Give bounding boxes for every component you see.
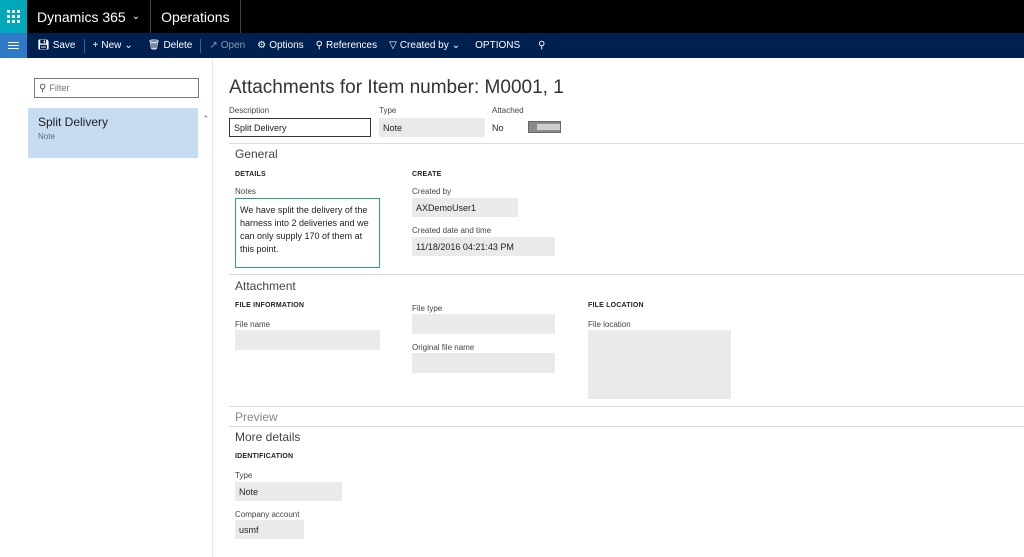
filter-input[interactable] bbox=[49, 83, 190, 93]
navigation-menu-button[interactable] bbox=[0, 33, 27, 58]
divider bbox=[229, 426, 1024, 427]
save-button[interactable]: 💾︎ Save bbox=[31, 33, 82, 58]
top-navigation-bar: Dynamics 365 ⌄ Operations bbox=[0, 0, 1024, 33]
created-date-label: Created date and time bbox=[412, 226, 492, 235]
type-label: Type bbox=[379, 106, 397, 115]
identification-type-field: Note bbox=[235, 482, 342, 501]
chevron-down-icon: ⌄ bbox=[124, 40, 133, 51]
file-information-group-header: FILE INFORMATION bbox=[235, 302, 305, 309]
options-button[interactable]: ⚙ Options bbox=[251, 33, 309, 58]
file-type-label: File type bbox=[412, 304, 443, 313]
save-icon: 💾︎ bbox=[37, 40, 50, 51]
file-name-field bbox=[235, 330, 380, 350]
divider bbox=[229, 274, 1024, 275]
divider bbox=[83, 38, 85, 53]
open-arrow-icon: ↗ bbox=[209, 40, 218, 51]
company-account-field: usmf bbox=[235, 520, 304, 539]
more-details-section-header[interactable]: More details bbox=[235, 430, 300, 444]
open-button[interactable]: ↗ Open bbox=[203, 33, 251, 58]
gear-icon: ⚙ bbox=[257, 40, 267, 51]
created-by-field: AXDemoUser1 bbox=[412, 198, 518, 217]
notes-field[interactable]: We have split the delivery of the harnes… bbox=[235, 198, 380, 268]
created-by-filter-button[interactable]: ▽ Created by ⌄ bbox=[383, 33, 469, 58]
search-button[interactable]: ⚲ bbox=[532, 33, 554, 58]
delete-button[interactable]: 🗑︎ Delete bbox=[142, 33, 199, 58]
divider bbox=[229, 406, 1024, 407]
original-file-name-field bbox=[412, 353, 555, 373]
file-location-group-header: FILE LOCATION bbox=[588, 302, 644, 309]
create-group-header: CREATE bbox=[412, 171, 442, 178]
module-name[interactable]: Operations bbox=[151, 0, 241, 33]
list-item-title: Split Delivery bbox=[38, 115, 109, 129]
waffle-icon bbox=[7, 10, 20, 23]
original-file-name-label: Original file name bbox=[412, 343, 475, 352]
action-pane: 💾︎ Save + New ⌄ 🗑︎ Delete ↗ Open ⚙ Optio… bbox=[0, 33, 1024, 58]
general-section-header[interactable]: General bbox=[235, 147, 278, 161]
search-icon: ⚲ bbox=[315, 40, 323, 51]
app-switcher[interactable]: Dynamics 365 ⌄ bbox=[27, 0, 152, 33]
filter-box[interactable]: ⚲ bbox=[34, 78, 199, 98]
attachment-section-header[interactable]: Attachment bbox=[235, 279, 296, 293]
list-pane: ⚲ Split Delivery Note ⌃ bbox=[28, 58, 213, 557]
attached-label: Attached bbox=[492, 106, 524, 115]
file-location-label: File location bbox=[588, 320, 631, 329]
identification-group-header: IDENTIFICATION bbox=[235, 453, 294, 460]
app-name: Dynamics 365 bbox=[37, 8, 126, 25]
chevron-down-icon: ⌄ bbox=[451, 40, 461, 51]
file-location-field bbox=[588, 330, 731, 399]
details-group-header: DETAILS bbox=[235, 171, 266, 178]
attached-value: No bbox=[492, 122, 504, 133]
references-button[interactable]: ⚲ References bbox=[310, 33, 383, 58]
list-item-subtitle: Note bbox=[38, 132, 55, 141]
options-tab[interactable]: OPTIONS bbox=[469, 33, 526, 58]
chevron-up-icon[interactable]: ⌃ bbox=[202, 114, 210, 125]
app-launcher-button[interactable] bbox=[0, 0, 27, 33]
chevron-down-icon: ⌄ bbox=[131, 11, 141, 22]
divider bbox=[200, 38, 202, 53]
company-account-label: Company account bbox=[235, 510, 300, 519]
created-by-label: Created by bbox=[412, 187, 452, 196]
trash-icon: 🗑︎ bbox=[147, 40, 161, 51]
filter-icon: ▽ bbox=[389, 40, 397, 51]
search-icon: ⚲ bbox=[538, 40, 546, 51]
file-type-field bbox=[412, 314, 555, 334]
divider bbox=[229, 143, 1024, 144]
page-title: Attachments for Item number: M0001, 1 bbox=[229, 77, 564, 98]
description-field[interactable]: Split Delivery bbox=[229, 118, 371, 137]
list-item[interactable]: Split Delivery Note bbox=[28, 108, 198, 158]
search-icon: ⚲ bbox=[39, 82, 47, 94]
notes-label: Notes bbox=[235, 187, 256, 196]
new-button[interactable]: + New ⌄ bbox=[87, 33, 142, 58]
identification-type-label: Type bbox=[235, 471, 253, 480]
plus-icon: + bbox=[92, 40, 99, 51]
file-name-label: File name bbox=[235, 320, 271, 329]
type-field: Note bbox=[379, 118, 485, 137]
attached-toggle[interactable] bbox=[528, 121, 561, 133]
description-label: Description bbox=[229, 106, 270, 115]
created-date-field: 11/18/2016 04:21:43 PM bbox=[412, 237, 555, 256]
preview-section-header[interactable]: Preview bbox=[235, 410, 278, 424]
